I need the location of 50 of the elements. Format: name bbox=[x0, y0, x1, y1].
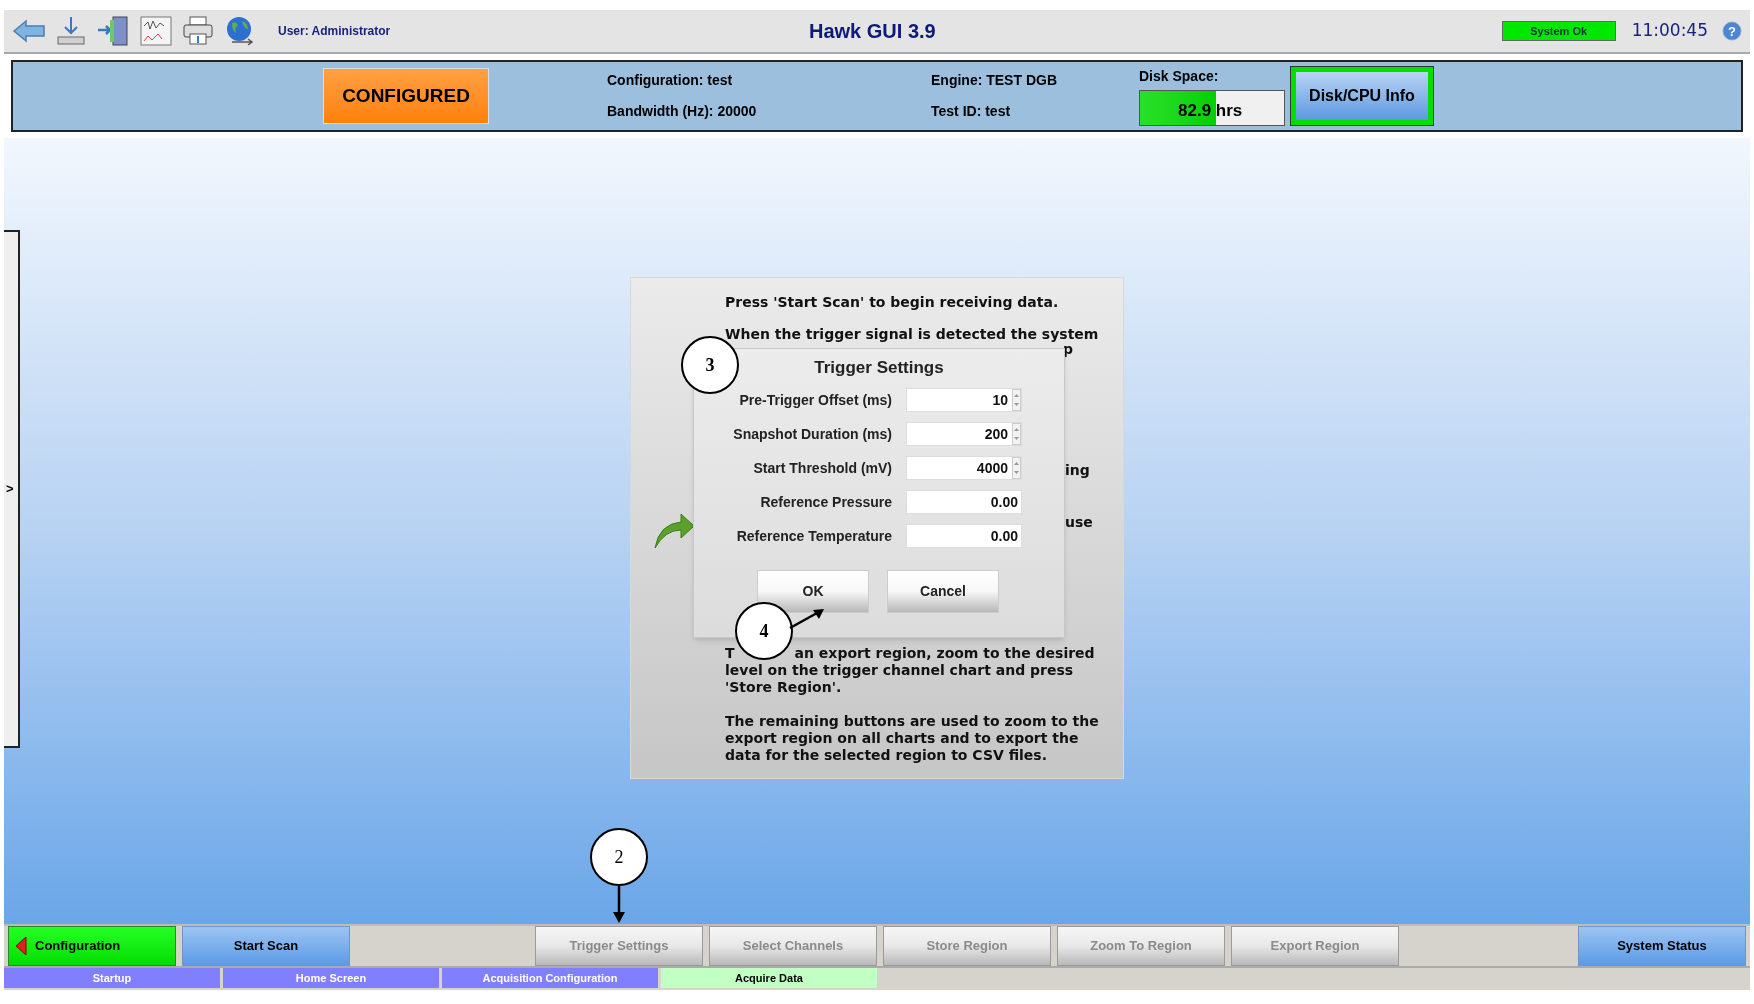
dialog-button[interactable]: Cancel bbox=[887, 570, 999, 613]
spin-box[interactable]: 10 bbox=[906, 388, 1022, 412]
back-button[interactable]: Configuration bbox=[8, 926, 176, 966]
instruction-text: The remaining buttons are used to zoom to the export region on all charts and to export the data for the selected region to CSV files. bbox=[725, 713, 1100, 764]
field-label: Pre-Trigger Offset (ms) bbox=[738, 391, 892, 409]
toolbar-button[interactable]: Start Scan bbox=[182, 926, 350, 966]
dialog-button[interactable]: OK bbox=[757, 570, 869, 613]
door-icon[interactable] bbox=[96, 14, 130, 48]
pointer-arrow bbox=[789, 608, 825, 630]
disk-cpu-info-button[interactable]: Disk/CPU Info bbox=[1291, 67, 1433, 125]
system-status-indicator: System Ok bbox=[1501, 21, 1616, 41]
test-id-label: Test ID: test bbox=[931, 102, 1012, 121]
field-label: Reference Pressure bbox=[759, 493, 892, 511]
help-icon[interactable]: ? bbox=[1722, 21, 1742, 41]
dialog-title: Trigger Settings bbox=[814, 359, 944, 376]
download-icon[interactable] bbox=[56, 15, 86, 47]
input-field[interactable]: 0.00 bbox=[906, 524, 1022, 548]
callout-number: 2 bbox=[590, 828, 648, 886]
back-arrow-icon[interactable] bbox=[12, 19, 46, 43]
instruction-fragment: ing bbox=[1065, 462, 1090, 479]
expand-toggle[interactable]: > bbox=[4, 479, 14, 499]
spin-box[interactable]: 200 bbox=[906, 422, 1022, 446]
window-title: Hawk GUI 3.9 bbox=[809, 19, 936, 44]
left-arrow-icon bbox=[15, 936, 27, 956]
toolbar-button[interactable]: System Status bbox=[1578, 926, 1746, 966]
callout-number: 4 bbox=[735, 602, 793, 660]
printer-icon[interactable] bbox=[182, 16, 214, 46]
engine-label: Engine: TEST DGB bbox=[931, 71, 1058, 90]
disk-space-label: Disk Space: bbox=[1139, 67, 1220, 86]
globe-icon[interactable] bbox=[224, 15, 256, 47]
step-tab[interactable]: Acquire Data bbox=[661, 968, 877, 988]
spinner-arrows-icon[interactable] bbox=[1012, 423, 1021, 445]
field-label: Start Threshold (mV) bbox=[752, 459, 892, 477]
configuration-label: Configuration: test bbox=[607, 71, 734, 90]
input-field[interactable]: 0.00 bbox=[906, 490, 1022, 514]
chart-window-icon[interactable] bbox=[140, 16, 172, 46]
pointer-arrow bbox=[613, 886, 625, 924]
disk-space-reading: 82.9 hrs bbox=[1178, 100, 1243, 122]
instruction-fragment: use bbox=[1065, 514, 1093, 531]
spinner-arrows-icon[interactable] bbox=[1012, 389, 1021, 411]
spin-box[interactable]: 4000 bbox=[906, 456, 1022, 480]
user-label: User: Administrator bbox=[278, 23, 391, 40]
spinner-arrows-icon[interactable] bbox=[1012, 457, 1021, 479]
instruction-text: Press 'Start Scan' to begin receiving data. bbox=[725, 294, 1060, 311]
field-label: Reference Temperature bbox=[735, 527, 892, 545]
bandwidth-label: Bandwidth (Hz): 20000 bbox=[607, 102, 758, 121]
field-label: Snapshot Duration (ms) bbox=[732, 425, 892, 443]
clock: 11:00:45 bbox=[1631, 19, 1708, 43]
curved-arrow-icon bbox=[653, 510, 695, 550]
state-badge: CONFIGURED bbox=[323, 68, 489, 124]
